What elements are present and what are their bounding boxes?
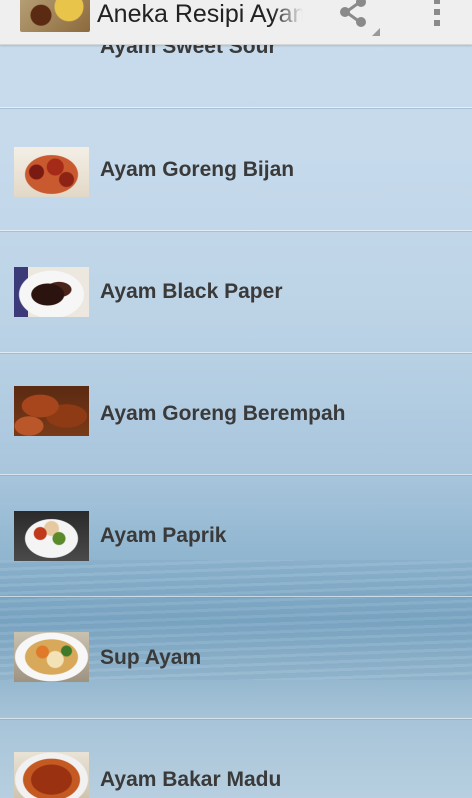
app-food-thumbnail-icon[interactable] bbox=[20, 0, 90, 32]
dropdown-corner-icon bbox=[372, 28, 380, 36]
recipe-row-ayam-bakar-madu[interactable]: Ayam Bakar Madu bbox=[0, 719, 472, 798]
app-title: Aneka Resipi Ayam bbox=[97, 0, 303, 28]
recipe-row-sup-ayam[interactable]: Sup Ayam bbox=[0, 597, 472, 720]
action-bar: Aneka Resipi Ayam bbox=[0, 0, 472, 45]
share-icon bbox=[340, 0, 366, 27]
recipe-thumbnail bbox=[14, 632, 89, 682]
recipe-label: Sup Ayam bbox=[100, 646, 202, 669]
recipe-thumbnail bbox=[14, 386, 89, 436]
recipe-label: Ayam Bakar Madu bbox=[100, 768, 282, 791]
recipe-row-ayam-goreng-bijan[interactable]: Ayam Goreng Bijan bbox=[0, 109, 472, 232]
recipe-list[interactable]: Ayam Sweet Sour Ayam Goreng Bijan Ayam B… bbox=[0, 0, 472, 798]
recipe-thumbnail bbox=[14, 267, 89, 317]
overflow-menu-icon bbox=[434, 0, 440, 4]
recipe-thumbnail bbox=[14, 147, 89, 197]
recipe-label: Ayam Black Paper bbox=[100, 280, 283, 303]
overflow-menu-icon bbox=[434, 9, 440, 15]
recipe-thumbnail bbox=[14, 752, 89, 798]
recipe-row-ayam-black-paper[interactable]: Ayam Black Paper bbox=[0, 231, 472, 354]
share-button[interactable] bbox=[326, 0, 386, 40]
overflow-menu-icon bbox=[434, 20, 440, 26]
recipe-row-ayam-paprik[interactable]: Ayam Paprik bbox=[0, 475, 472, 598]
recipe-row-ayam-goreng-berempah[interactable]: Ayam Goreng Berempah bbox=[0, 353, 472, 476]
recipe-thumbnail bbox=[14, 511, 89, 561]
recipe-label: Ayam Paprik bbox=[100, 524, 227, 547]
overflow-menu-button[interactable] bbox=[420, 0, 456, 40]
recipe-label: Ayam Goreng Berempah bbox=[100, 402, 346, 425]
recipe-label: Ayam Goreng Bijan bbox=[100, 158, 295, 181]
